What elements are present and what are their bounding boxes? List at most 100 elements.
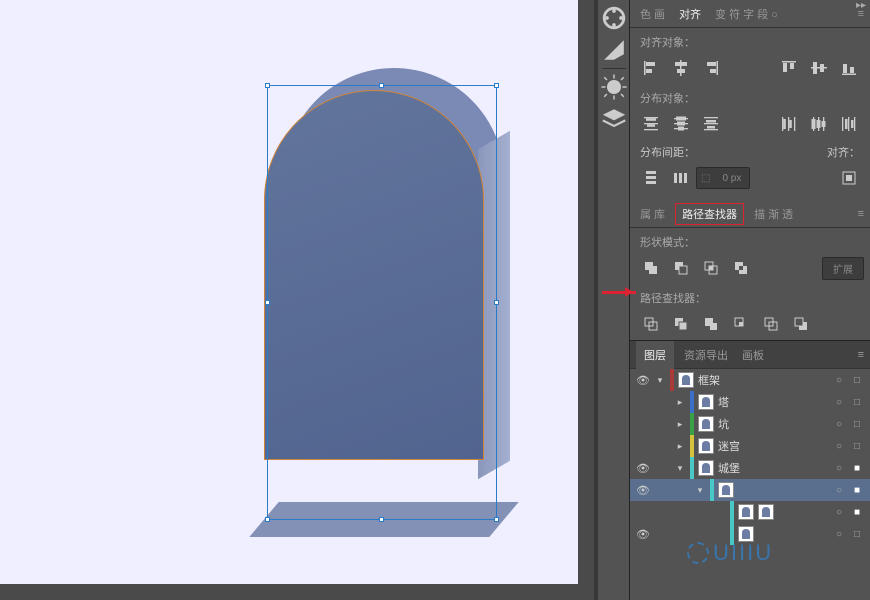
layer-name[interactable]: 框架 — [698, 372, 828, 388]
canvas-vscroll[interactable] — [578, 0, 594, 600]
hdist-space-button[interactable] — [666, 166, 696, 190]
align-left-button[interactable] — [636, 56, 666, 80]
layer-thumbnail[interactable] — [698, 394, 714, 410]
target-icon[interactable]: ○ — [832, 507, 846, 518]
layer-thumbnail[interactable] — [698, 460, 714, 476]
hdist-right-button[interactable] — [834, 112, 864, 136]
vdist-center-button[interactable] — [666, 112, 696, 136]
target-icon[interactable]: ○ — [832, 419, 846, 430]
layer-thumbnail[interactable] — [758, 504, 774, 520]
handle-top-right[interactable] — [494, 83, 499, 88]
disclosure-icon[interactable]: ▾ — [654, 375, 666, 386]
layer-thumbnail[interactable] — [738, 504, 754, 520]
handle-bot-mid[interactable] — [379, 517, 384, 522]
layer-row[interactable]: 👁▾○■ — [630, 479, 870, 501]
visibility-icon[interactable]: 👁 — [636, 374, 650, 387]
disclosure-icon[interactable]: ▾ — [694, 485, 706, 496]
canvas[interactable] — [0, 0, 594, 600]
target-icon[interactable]: ○ — [832, 441, 846, 452]
swatches-panel-icon[interactable] — [600, 36, 628, 64]
panel-collapse-icon[interactable]: ▸▸ — [856, 0, 866, 11]
handle-mid-left[interactable] — [265, 300, 270, 305]
tab-layers[interactable]: 图层 — [636, 341, 674, 369]
layer-row[interactable]: 👁▾框架○□ — [630, 369, 870, 391]
target-icon[interactable]: ○ — [832, 529, 846, 540]
visibility-icon[interactable]: 👁 — [636, 528, 650, 541]
layer-row[interactable]: ·▸迷宫○□ — [630, 435, 870, 457]
merge-button[interactable] — [696, 312, 726, 336]
disclosure-icon[interactable]: ▸ — [674, 419, 686, 430]
panel-menu-icon[interactable]: ≡ — [858, 349, 864, 361]
layer-row[interactable]: 👁○□ — [630, 523, 870, 545]
tab-properties-group[interactable]: 属 库 — [636, 204, 669, 224]
appearance-panel-icon[interactable] — [600, 73, 628, 101]
align-to-selection-button[interactable] — [834, 166, 864, 190]
minus-back-button[interactable] — [786, 312, 816, 336]
layer-row[interactable]: 👁▾城堡○■ — [630, 457, 870, 479]
spacing-input[interactable]: ⬚0 px — [696, 167, 750, 189]
layer-name[interactable]: 迷宫 — [718, 438, 828, 454]
align-vcenter-button[interactable] — [804, 56, 834, 80]
target-icon[interactable]: ○ — [832, 397, 846, 408]
layers-panel-icon[interactable] — [600, 105, 628, 133]
outline-button[interactable] — [756, 312, 786, 336]
layers-list[interactable]: 👁▾框架○□·▸塔○□·▸坑○□·▸迷宫○□👁▾城堡○■👁▾○■·○■👁○□ — [630, 369, 870, 545]
target-icon[interactable]: ○ — [832, 485, 846, 496]
target-icon[interactable]: ○ — [832, 463, 846, 474]
trim-button[interactable] — [666, 312, 696, 336]
layer-thumbnail[interactable] — [698, 438, 714, 454]
align-top-button[interactable] — [774, 56, 804, 80]
divide-button[interactable] — [636, 312, 666, 336]
align-hcenter-button[interactable] — [666, 56, 696, 80]
tab-transform-group[interactable]: 变 符 字 段 ○ — [711, 4, 782, 24]
tab-pathfinder[interactable]: 路径查找器 — [675, 203, 744, 225]
disclosure-icon[interactable]: ▸ — [674, 441, 686, 452]
layer-thumbnail[interactable] — [718, 482, 734, 498]
vdist-space-button[interactable] — [636, 166, 666, 190]
tab-color-group[interactable]: 色 画 — [636, 4, 669, 24]
vdist-bottom-button[interactable] — [696, 112, 726, 136]
tab-align[interactable]: 对齐 — [675, 4, 705, 24]
canvas-hscroll[interactable] — [0, 584, 594, 600]
layer-row[interactable]: ·▸塔○□ — [630, 391, 870, 413]
handle-top-mid[interactable] — [379, 83, 384, 88]
tab-asset-export[interactable]: 资源导出 — [680, 345, 732, 365]
color-panel-icon[interactable] — [600, 4, 628, 32]
vdist-top-button[interactable] — [636, 112, 666, 136]
layer-name[interactable]: 城堡 — [718, 460, 828, 476]
visibility-icon[interactable]: 👁 — [636, 484, 650, 497]
layer-row[interactable]: ·▸坑○□ — [630, 413, 870, 435]
layer-name[interactable]: 塔 — [718, 394, 828, 410]
handle-mid-right[interactable] — [494, 300, 499, 305]
visibility-icon[interactable]: · — [636, 396, 650, 408]
visibility-icon[interactable]: · — [636, 506, 650, 518]
align-right-button[interactable] — [696, 56, 726, 80]
align-bottom-button[interactable] — [834, 56, 864, 80]
tab-artboards[interactable]: 画板 — [738, 345, 768, 365]
layer-name[interactable]: 坑 — [718, 416, 828, 432]
layer-thumbnail[interactable] — [738, 526, 754, 542]
disclosure-icon[interactable]: ▸ — [674, 397, 686, 408]
minus-front-button[interactable] — [666, 256, 696, 280]
handle-bot-right[interactable] — [494, 517, 499, 522]
crop-button[interactable] — [726, 312, 756, 336]
target-icon[interactable]: ○ — [832, 375, 846, 386]
selection-bounds[interactable] — [267, 85, 497, 520]
tab-stroke-group[interactable]: 描 渐 透 — [750, 204, 797, 224]
visibility-icon[interactable]: · — [636, 440, 650, 452]
unite-button[interactable] — [636, 256, 666, 280]
panel-menu-icon[interactable]: ≡ — [858, 208, 864, 220]
visibility-icon[interactable]: · — [636, 418, 650, 430]
visibility-icon[interactable]: 👁 — [636, 462, 650, 475]
layer-row[interactable]: ·○■ — [630, 501, 870, 523]
intersect-button[interactable] — [696, 256, 726, 280]
hdist-left-button[interactable] — [774, 112, 804, 136]
expand-shape-button[interactable]: 扩展 — [822, 257, 864, 280]
exclude-button[interactable] — [726, 256, 756, 280]
handle-top-left[interactable] — [265, 83, 270, 88]
disclosure-icon[interactable]: ▾ — [674, 463, 686, 474]
layer-thumbnail[interactable] — [678, 372, 694, 388]
layer-thumbnail[interactable] — [698, 416, 714, 432]
hdist-center-button[interactable] — [804, 112, 834, 136]
handle-bot-left[interactable] — [265, 517, 270, 522]
